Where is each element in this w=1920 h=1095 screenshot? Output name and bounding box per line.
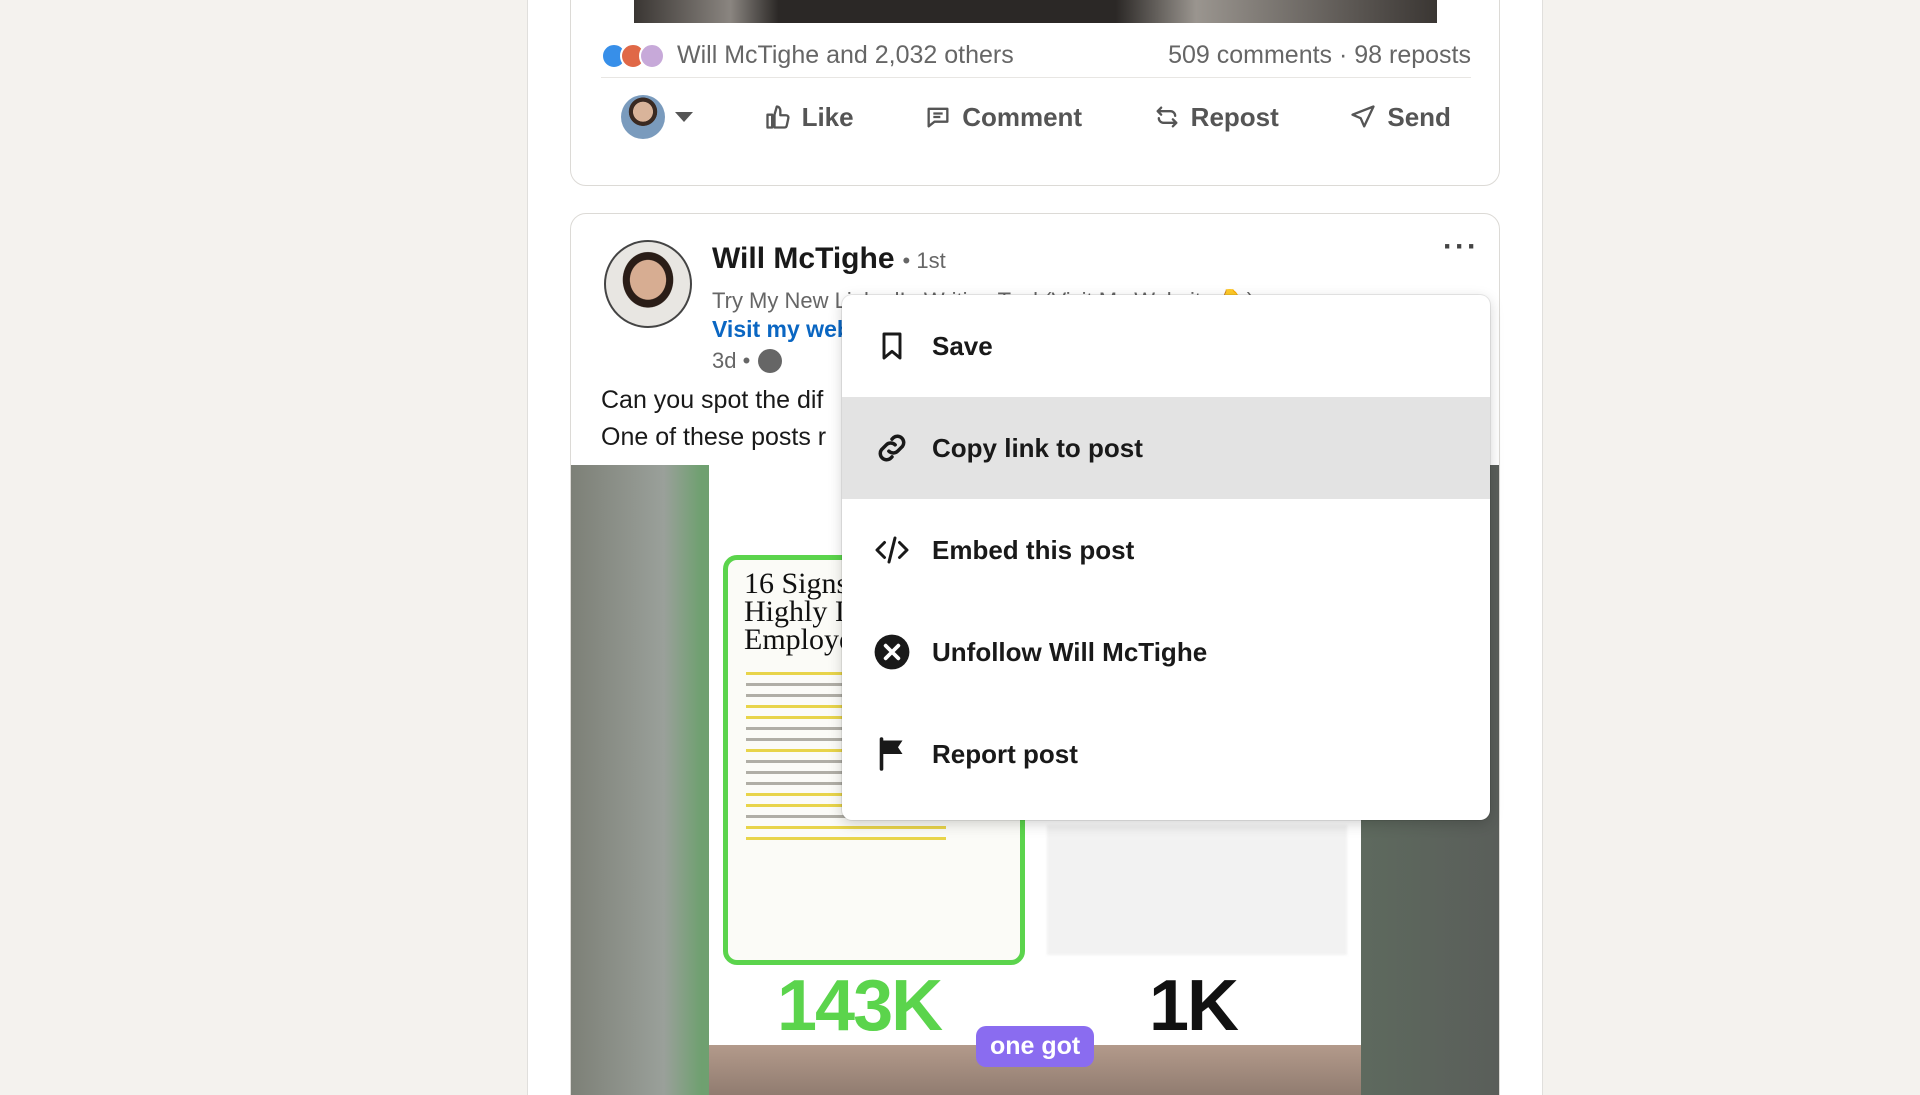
menu-item-label: Save: [932, 330, 993, 361]
comment-icon: [927, 107, 949, 128]
flag-icon: [872, 734, 912, 774]
repost-label: Repost: [1190, 101, 1279, 132]
repost-button[interactable]: Repost: [1153, 102, 1279, 133]
author-name[interactable]: Will McTighe • 1st: [712, 242, 946, 276]
avatar: [621, 95, 665, 139]
menu-item-report[interactable]: Report post: [842, 703, 1490, 805]
media-thumbnail-right: [1047, 825, 1347, 955]
avatar[interactable]: [604, 240, 692, 328]
thumbs-up-icon: [765, 105, 790, 129]
post-action-bar: Like Comment Repost Send: [601, 89, 1471, 145]
repost-icon: [1156, 106, 1178, 128]
reactions-summary[interactable]: Will McTighe and 2,032 others: [601, 41, 1014, 70]
visit-website-link[interactable]: Visit my web: [712, 316, 851, 343]
send-button[interactable]: Send: [1349, 102, 1451, 133]
video-caption: one got: [976, 1026, 1095, 1067]
menu-item-save[interactable]: Save: [842, 295, 1490, 397]
like-button[interactable]: Like: [764, 102, 854, 133]
chevron-down-icon: [675, 112, 693, 122]
post-text-line: One of these posts r: [601, 423, 827, 451]
globe-icon: [758, 349, 783, 373]
engagement-text[interactable]: 509 comments · 98 reposts: [1168, 41, 1471, 70]
post-options-menu: Save Copy link to post Embed this post U…: [842, 295, 1490, 820]
stat-right: 1K: [1149, 966, 1239, 1046]
stat-left: 143K: [777, 966, 943, 1046]
send-label: Send: [1387, 101, 1451, 132]
more-options-button[interactable]: ···: [1443, 232, 1479, 262]
menu-item-label: Embed this post: [932, 534, 1135, 565]
comment-button[interactable]: Comment: [924, 102, 1082, 133]
post-text: Can you spot the dif One of these posts …: [601, 382, 826, 456]
menu-item-embed[interactable]: Embed this post: [842, 499, 1490, 601]
close-circle-icon: [872, 632, 912, 672]
menu-item-label: Report post: [932, 738, 1078, 769]
author-name-text: Will McTighe: [712, 242, 895, 275]
comment-label: Comment: [962, 101, 1083, 132]
post-text-line: Can you spot the dif: [601, 386, 824, 414]
previous-post-card: Will McTighe and 2,032 others 509 commen…: [570, 0, 1500, 186]
link-icon: [872, 428, 912, 468]
code-icon: [872, 530, 912, 570]
menu-item-unfollow[interactable]: Unfollow Will McTighe: [842, 601, 1490, 703]
connection-degree: • 1st: [902, 248, 946, 273]
reaction-icons: [601, 42, 665, 69]
menu-item-label: Copy link to post: [932, 432, 1143, 463]
post-meta: 3d •: [712, 348, 783, 374]
post-time: 3d •: [712, 348, 751, 373]
actor-selector[interactable]: [621, 95, 693, 139]
bookmark-icon: [872, 326, 912, 366]
reactions-text: Will McTighe and 2,032 others: [677, 41, 1014, 69]
menu-item-label: Unfollow Will McTighe: [932, 636, 1208, 667]
love-reaction-icon: [639, 42, 665, 69]
menu-item-copy-link[interactable]: Copy link to post: [842, 397, 1490, 499]
social-counts-bar: Will McTighe and 2,032 others 509 commen…: [601, 34, 1471, 78]
like-label: Like: [801, 101, 854, 132]
send-icon: [1351, 105, 1376, 128]
previous-post-image[interactable]: [634, 0, 1437, 23]
